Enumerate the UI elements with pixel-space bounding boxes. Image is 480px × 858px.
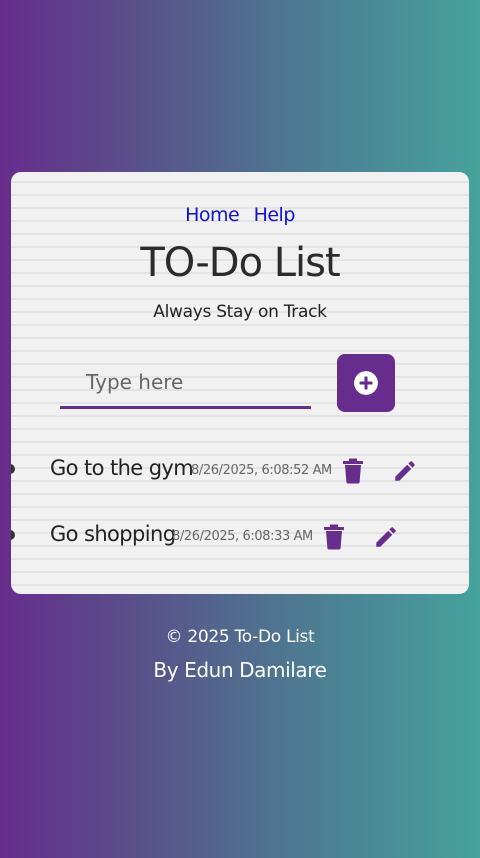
todo-card: Home Help TO-Do List Always Stay on Trac… (11, 172, 469, 594)
edit-task-button[interactable] (371, 522, 401, 552)
footer-copyright: © 2025 To-Do List (165, 627, 315, 647)
task-timestamp: 8/26/2025, 6:08:52 AM (191, 463, 332, 478)
task-timestamp: 8/26/2025, 6:08:33 AM (172, 529, 313, 544)
top-nav: Home Help (11, 202, 469, 226)
bullet-icon (11, 530, 15, 540)
task-input[interactable] (60, 358, 311, 406)
page-subtitle: Always Stay on Track (153, 302, 327, 322)
nav-link-help[interactable]: Help (254, 204, 296, 226)
delete-task-button[interactable] (338, 456, 368, 486)
edit-task-button[interactable] (390, 456, 420, 486)
add-task-button[interactable] (337, 354, 395, 412)
delete-task-button[interactable] (319, 522, 349, 552)
footer-author: By Edun Damilare (153, 658, 327, 682)
nav-link-home[interactable]: Home (185, 204, 240, 226)
pencil-icon (373, 524, 399, 550)
task-item: Go to the gym 8/26/2025, 6:08:52 AM (11, 450, 469, 490)
plus-circle-icon (353, 370, 379, 396)
task-input-wrapper (60, 358, 311, 409)
bullet-icon (11, 464, 15, 474)
trash-icon (342, 458, 364, 484)
task-item: Go shopping 8/26/2025, 6:08:33 AM (11, 516, 469, 556)
task-text: Go to the gym (50, 456, 194, 480)
page-title: TO-Do List (140, 240, 340, 286)
task-text: Go shopping (50, 522, 176, 546)
trash-icon (323, 524, 345, 550)
pencil-icon (392, 458, 418, 484)
